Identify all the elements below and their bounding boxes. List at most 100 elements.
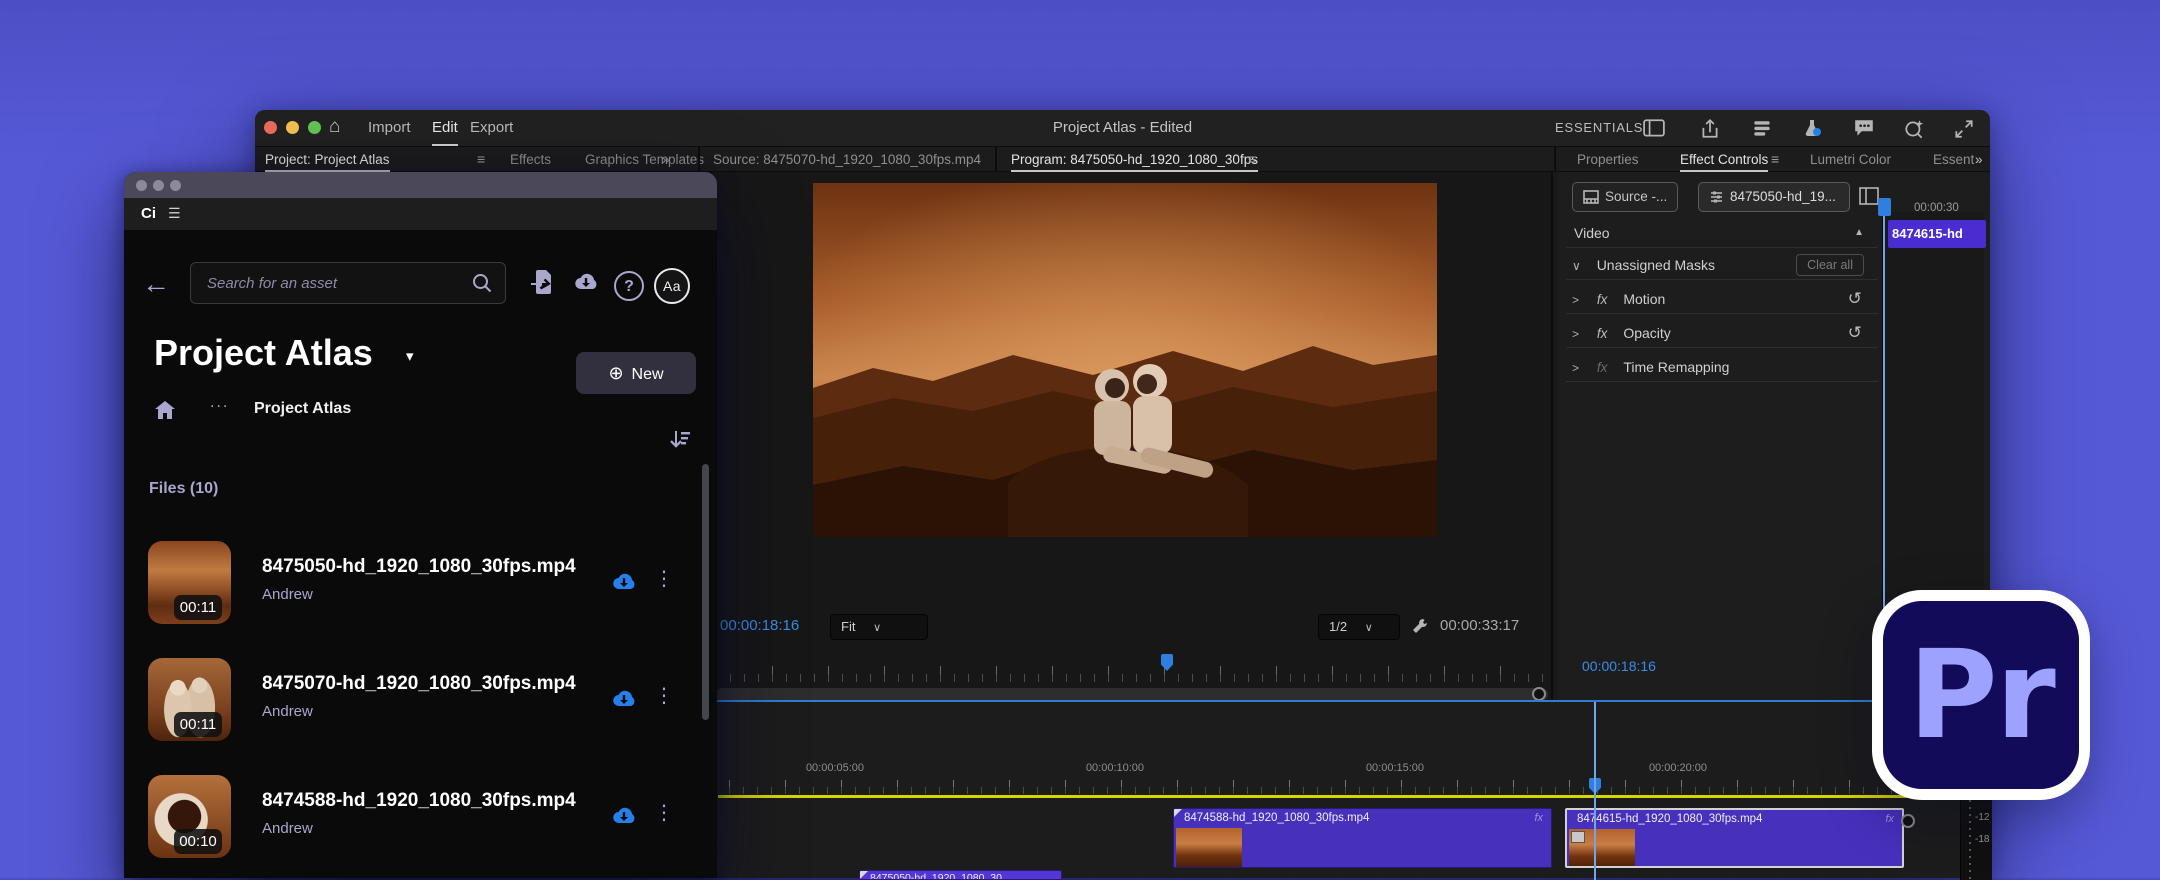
settings-wrench-icon[interactable] [1410, 616, 1430, 641]
avatar[interactable]: Aa [654, 268, 690, 304]
fullscreen-icon[interactable] [1953, 118, 1975, 138]
clip-selector-dropdown[interactable]: 8475050-hd_19... [1698, 182, 1850, 212]
file-name[interactable]: 8474588-hd_1920_1080_30fps.mp4 [262, 790, 576, 812]
timeline-clip-8475050[interactable]: 8475050-hd_1920_1080_30... [859, 870, 1062, 880]
sort-icon[interactable] [668, 428, 692, 455]
hamburger-icon[interactable]: ☰ [168, 205, 181, 222]
clear-all-button[interactable]: Clear all [1796, 254, 1864, 276]
beta-flask-icon[interactable] [1801, 118, 1823, 138]
ec-row-motion[interactable]: > fx Motion ↺ [1566, 284, 1878, 314]
asset-window-titlebar[interactable] [124, 172, 717, 198]
work-area-bar[interactable] [718, 795, 1958, 798]
home-icon[interactable]: ⌂ [329, 116, 340, 138]
workspace-label[interactable]: ESSENTIALS [1555, 110, 1643, 146]
collapse-icon[interactable]: ▲ [1854, 218, 1864, 248]
zoom-level-value: Fit [841, 619, 855, 634]
right-tabs-overflow-icon[interactable]: » [1975, 147, 1983, 172]
kebab-menu-icon[interactable]: ⋮ [654, 800, 674, 825]
ec-current-timecode[interactable]: 00:00:18:16 [1582, 658, 1656, 674]
playback-resolution-select[interactable]: 1/2 ∨ [1318, 614, 1400, 640]
effect-controls-menu-icon[interactable]: ≡ [1771, 147, 1779, 172]
breadcrumb-home-icon[interactable] [154, 400, 176, 425]
breadcrumb-ellipsis[interactable]: ... [210, 394, 229, 412]
ec-row-time-remapping[interactable]: > fx Time Remapping [1566, 352, 1878, 382]
comments-icon[interactable] [1853, 118, 1875, 138]
tab-effects[interactable]: Effects [510, 147, 551, 172]
breadcrumb-current[interactable]: Project Atlas [254, 400, 351, 418]
maximize-window-button[interactable] [170, 180, 181, 191]
program-scrub-ruler[interactable] [716, 652, 1551, 682]
chevron-right-icon[interactable]: > [1566, 361, 1579, 375]
clip-thumbnail [1569, 829, 1635, 868]
duration-badge: 00:10 [174, 829, 222, 854]
fx-badge: fx [1534, 812, 1543, 824]
share-icon[interactable] [1699, 118, 1721, 138]
program-duration-timecode: 00:00:33:17 [1440, 617, 1519, 634]
chevron-down-icon[interactable]: ∨ [1566, 259, 1581, 273]
back-arrow-icon[interactable]: ← [142, 268, 170, 300]
file-name[interactable]: 8475050-hd_1920_1080_30fps.mp4 [262, 556, 576, 578]
kebab-menu-icon[interactable]: ⋮ [654, 683, 674, 708]
tab-project[interactable]: Project: Project Atlas [265, 147, 390, 172]
tab-essentials[interactable]: Essent [1933, 147, 1979, 172]
cloud-download-icon[interactable] [572, 270, 600, 299]
import-file-icon[interactable] [530, 268, 556, 301]
reset-icon[interactable]: ↺ [1848, 284, 1862, 314]
menu-import[interactable]: Import [368, 110, 411, 146]
list-item[interactable]: 00:11 8475050-hd_1920_1080_30fps.mp4 And… [124, 538, 694, 638]
tab-properties[interactable]: Properties [1577, 147, 1639, 172]
list-item[interactable]: 00:10 8474588-hd_1920_1080_30fps.mp4 And… [124, 772, 694, 872]
kebab-menu-icon[interactable]: ⋮ [654, 566, 674, 591]
premiere-pro-logo-label: Pr [1883, 601, 2079, 789]
project-title[interactable]: Project Atlas [154, 332, 373, 374]
ec-row-opacity[interactable]: > fx Opacity ↺ [1566, 318, 1878, 348]
cloud-download-icon[interactable] [610, 570, 638, 599]
source-clip-button[interactable]: Source -... [1572, 182, 1678, 212]
menu-edit[interactable]: Edit [432, 110, 458, 146]
asset-scrollbar[interactable] [702, 464, 709, 720]
program-current-timecode[interactable]: 00:00:18:16 [720, 617, 799, 634]
reset-icon[interactable]: ↺ [1848, 318, 1862, 348]
close-window-button[interactable] [264, 121, 277, 134]
timeline-playhead-line[interactable] [1594, 702, 1596, 880]
zoom-level-select[interactable]: Fit ∨ [830, 614, 928, 640]
cloud-download-icon[interactable] [610, 804, 638, 833]
timeline-vertical-scrollbar[interactable] [1901, 814, 1915, 828]
maximize-window-button[interactable] [308, 121, 321, 134]
close-window-button[interactable] [136, 180, 147, 191]
menu-export[interactable]: Export [470, 110, 513, 146]
tab-effect-controls[interactable]: Effect Controls [1680, 147, 1768, 172]
tab-program-monitor[interactable]: Program: 8475050-hd_1920_1080_30fps [1011, 147, 1258, 172]
monitor-controls: 00:00:18:16 Fit ∨ 1/2 ∨ 00:00:33:17 [712, 607, 1551, 647]
project-panel-menu-icon[interactable]: ≡ [477, 147, 485, 172]
chevron-right-icon[interactable]: > [1566, 327, 1579, 341]
search-icon[interactable] [471, 272, 493, 299]
file-name[interactable]: 8475070-hd_1920_1080_30fps.mp4 [262, 673, 576, 695]
cloud-download-icon[interactable] [610, 687, 638, 716]
split-view-icon[interactable] [1858, 186, 1880, 211]
timeline-clip-8474588[interactable]: 8474588-hd_1920_1080_30fps.mp4 fx [1173, 808, 1552, 868]
list-item[interactable]: 00:11 8475070-hd_1920_1080_30fps.mp4 And… [124, 655, 694, 755]
ec-mini-clip[interactable]: 8474615-hd [1888, 220, 1986, 248]
search-input[interactable] [207, 263, 457, 303]
caret-down-icon[interactable]: ▾ [406, 347, 414, 365]
program-panel-menu-icon[interactable]: ≡ [1248, 147, 1256, 172]
minimize-window-button[interactable] [286, 121, 299, 134]
render-queue-icon[interactable] [1751, 118, 1773, 138]
scrollbar-handle[interactable] [1532, 687, 1546, 701]
timeline-ruler[interactable] [718, 780, 1948, 794]
tab-source-monitor[interactable]: Source: 8475070-hd_1920_1080_30fps.mp4 [713, 147, 981, 172]
chevron-right-icon[interactable]: > [1566, 293, 1579, 307]
motion-label: Motion [1611, 291, 1665, 307]
tab-overflow-icon[interactable]: » [662, 147, 670, 172]
new-button[interactable]: ⊕New [576, 352, 696, 394]
ec-playhead-marker[interactable] [1878, 198, 1891, 216]
tab-lumetri-color[interactable]: Lumetri Color [1810, 147, 1891, 172]
help-icon[interactable]: ? [614, 271, 644, 301]
tab-graphics-templates[interactable]: Graphics Templates [585, 147, 704, 172]
timeline-clip-8474615[interactable]: 8474615-hd_1920_1080_30fps.mp4 fx [1565, 808, 1904, 868]
workspaces-panel-icon[interactable] [1643, 118, 1665, 138]
ai-search-icon[interactable] [1903, 118, 1925, 138]
program-video-preview[interactable] [813, 183, 1437, 537]
minimize-window-button[interactable] [153, 180, 164, 191]
